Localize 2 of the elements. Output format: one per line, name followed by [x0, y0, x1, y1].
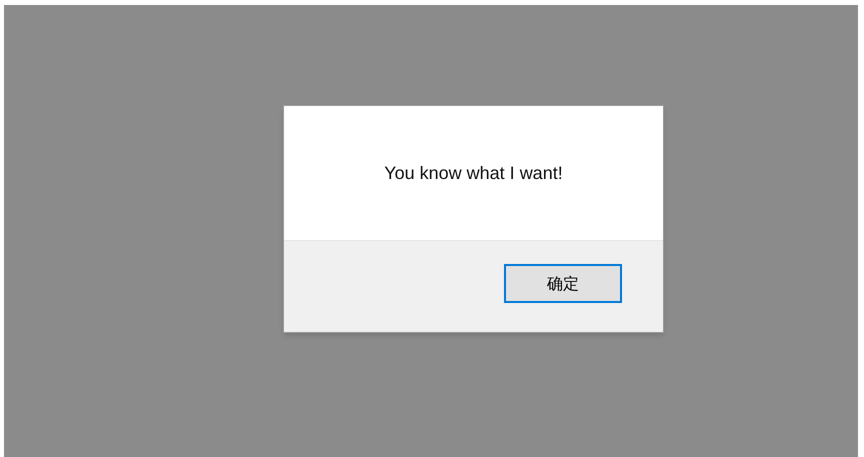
ok-button[interactable]: 确定 [504, 264, 622, 303]
dialog-message: You know what I want! [384, 162, 563, 184]
